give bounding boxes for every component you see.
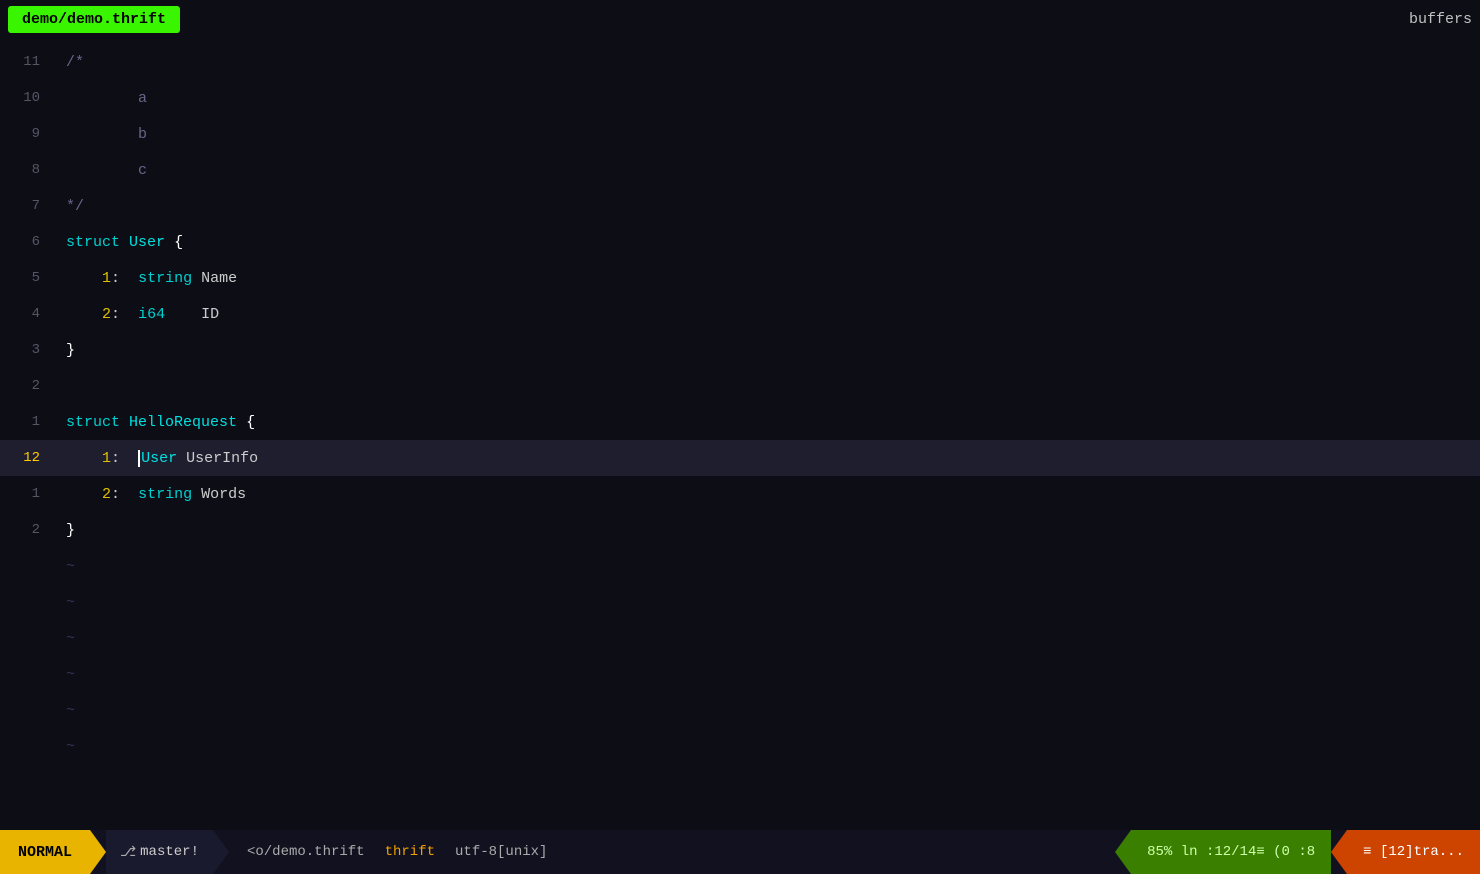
code-line-9: 9 b [0, 116, 1480, 152]
tilde-line-6: ~ [0, 728, 1480, 764]
code-line-1a: 1 struct HelloRequest { [0, 404, 1480, 440]
status-bar: NORMAL ⎇ master! <o/demo.thrift thrift u… [0, 830, 1480, 874]
tilde-content-4: ~ [60, 666, 1480, 683]
col-value: (0 :8 [1273, 844, 1315, 860]
file-tab[interactable]: demo/demo.thrift [8, 6, 180, 33]
status-mode: NORMAL [0, 830, 90, 874]
code-line-11: 11 /* [0, 44, 1480, 80]
line-content-10: a [60, 90, 1480, 107]
line-content-12: 1: User UserInfo [60, 450, 1480, 467]
line-number-11: 11 [0, 54, 54, 70]
git-branch-icon: ⎇ [120, 844, 136, 861]
line-content-4: 2: i64 ID [60, 306, 1480, 323]
line-content-7: */ [60, 198, 1480, 215]
status-file: <o/demo.thrift thrift utf-8[unix] [229, 830, 565, 874]
editor-container: demo/demo.thrift buffers 11 /* 10 a 9 b … [0, 0, 1480, 874]
line-number-7: 7 [0, 198, 54, 214]
position-value: ln :12/14≡ [1181, 844, 1265, 860]
code-line-7: 7 */ [0, 188, 1480, 224]
tilde-line-4: ~ [0, 656, 1480, 692]
line-number-6: 6 [0, 234, 54, 250]
line-content-2b: } [60, 522, 1480, 539]
line-number-9: 9 [0, 126, 54, 142]
code-line-3: 3 } [0, 332, 1480, 368]
tilde-content-3: ~ [60, 630, 1480, 647]
line-number-1a: 1 [0, 414, 54, 430]
line-number-5: 5 [0, 270, 54, 286]
line-number-12: 12 [0, 450, 54, 466]
tilde-content-1: ~ [60, 558, 1480, 575]
code-line-4: 4 2: i64 ID [0, 296, 1480, 332]
status-right: 85% ln :12/14≡ (0 :8 ≡ [12]tra... [1115, 830, 1480, 874]
code-line-10: 10 a [0, 80, 1480, 116]
file-name: <o/demo.thrift [247, 844, 365, 860]
line-number-3: 3 [0, 342, 54, 358]
file-encoding: utf-8[unix] [455, 844, 547, 860]
tilde-line-3: ~ [0, 620, 1480, 656]
line-content-9: b [60, 126, 1480, 143]
line-number-4: 4 [0, 306, 54, 322]
git-branch-label: master! [140, 844, 199, 860]
line-content-8: c [60, 162, 1480, 179]
line-number-8: 8 [0, 162, 54, 178]
status-arrow-mode [90, 830, 106, 874]
tilde-line-2: ~ [0, 584, 1480, 620]
status-arrow-right-green [1115, 830, 1131, 874]
line-content-5: 1: string Name [60, 270, 1480, 287]
line-number-2b: 2 [0, 522, 54, 538]
line-content-6: struct User { [60, 234, 1480, 251]
line-content-3: } [60, 342, 1480, 359]
buffers-label: buffers [1409, 11, 1472, 28]
status-git: ⎇ master! [106, 830, 213, 874]
tilde-content-2: ~ [60, 594, 1480, 611]
code-line-5: 5 1: string Name [0, 260, 1480, 296]
editor-area[interactable]: 11 /* 10 a 9 b 8 c 7 */ [0, 38, 1480, 830]
line-content-11: /* [60, 54, 1480, 71]
line-content-1b: 2: string Words [60, 486, 1480, 503]
tilde-line-5: ~ [0, 692, 1480, 728]
status-percent: 85% ln :12/14≡ (0 :8 [1131, 830, 1331, 874]
code-line-12-active: 12 1: User UserInfo [0, 440, 1480, 476]
line-number-1b: 1 [0, 486, 54, 502]
code-line-6: 6 struct User { [0, 224, 1480, 260]
title-bar: demo/demo.thrift buffers [0, 0, 1480, 38]
status-buffer: ≡ [12]tra... [1347, 830, 1480, 874]
tilde-line-1: ~ [0, 548, 1480, 584]
tilde-content-5: ~ [60, 702, 1480, 719]
percent-value: 85% [1147, 844, 1172, 860]
code-line-8: 8 c [0, 152, 1480, 188]
line-content-1a: struct HelloRequest { [60, 414, 1480, 431]
status-arrow-git [213, 830, 229, 874]
code-line-2a: 2 [0, 368, 1480, 404]
line-number-10: 10 [0, 90, 54, 106]
status-arrow-orange [1331, 830, 1347, 874]
file-type: thrift [385, 844, 435, 860]
tilde-content-6: ~ [60, 738, 1480, 755]
code-line-1b: 1 2: string Words [0, 476, 1480, 512]
line-number-2a: 2 [0, 378, 54, 394]
code-line-2b: 2 } [0, 512, 1480, 548]
